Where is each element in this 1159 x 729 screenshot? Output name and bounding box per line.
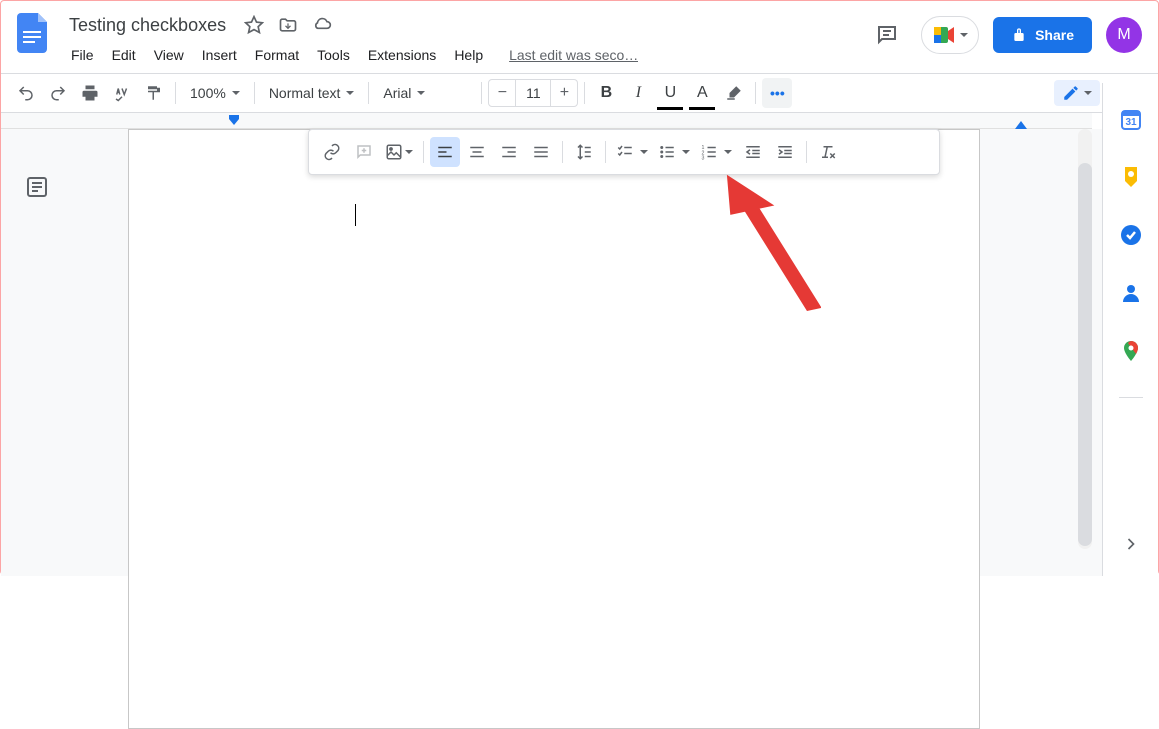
decrease-indent-button[interactable] [738,137,768,167]
last-edit-link[interactable]: Last edit was seco… [509,47,638,63]
bold-button[interactable]: B [591,78,621,108]
meet-button[interactable] [921,16,979,54]
align-left-button[interactable] [430,137,460,167]
menu-edit[interactable]: Edit [104,43,144,67]
caret-down-icon [682,150,690,154]
more-toolbar-button[interactable]: ••• [762,78,792,108]
underline-button[interactable]: U [655,78,685,108]
cloud-status-icon[interactable] [310,13,334,37]
comment-history-icon[interactable] [867,15,907,55]
menu-format[interactable]: Format [247,43,307,67]
toolbar-separator [254,82,255,104]
vertical-scrollbar[interactable] [1078,129,1092,549]
paint-format-button[interactable] [139,78,169,108]
document-title[interactable]: Testing checkboxes [63,13,232,38]
toolbar-separator [605,141,606,163]
font-size-control: − 11 + [488,79,578,107]
right-indent-marker-icon[interactable] [1015,121,1027,129]
maps-icon[interactable] [1119,339,1143,363]
caret-down-icon [724,150,732,154]
paragraph-style-dropdown[interactable]: Normal text [261,78,363,108]
document-outline-icon[interactable] [25,175,53,203]
numbered-list-dropdown[interactable]: 123 [696,137,736,167]
primary-toolbar: 100% Normal text Arial − 11 + B I U A ••… [1,73,1158,113]
menu-extensions[interactable]: Extensions [360,43,444,67]
hide-side-panel-button[interactable] [1119,532,1143,556]
header-actions: Share M [867,15,1142,55]
font-size-value[interactable]: 11 [515,80,551,106]
menu-insert[interactable]: Insert [194,43,245,67]
indent-marker-icon[interactable] [228,115,240,125]
font-family-dropdown[interactable]: Arial [375,78,475,108]
svg-text:3: 3 [702,156,705,162]
caret-down-icon [346,91,354,95]
tasks-icon[interactable] [1119,223,1143,247]
insert-image-dropdown[interactable] [381,137,417,167]
align-right-button[interactable] [494,137,524,167]
star-icon[interactable] [242,13,266,37]
menu-view[interactable]: View [146,43,192,67]
horizontal-ruler[interactable] [1,113,1092,129]
docs-logo-icon[interactable] [13,13,53,53]
clear-formatting-button[interactable] [813,137,843,167]
calendar-icon[interactable]: 31 [1119,107,1143,131]
menu-tools[interactable]: Tools [309,43,358,67]
undo-button[interactable] [11,78,41,108]
share-button[interactable]: Share [993,17,1092,53]
editing-mode-dropdown[interactable] [1054,80,1100,106]
print-button[interactable] [75,78,105,108]
toolbar-separator [755,82,756,104]
account-avatar[interactable]: M [1106,17,1142,53]
align-justify-button[interactable] [526,137,556,167]
menu-help[interactable]: Help [446,43,491,67]
line-spacing-button[interactable] [569,137,599,167]
keep-icon[interactable] [1119,165,1143,189]
move-folder-icon[interactable] [276,13,300,37]
caret-down-icon [232,91,240,95]
menu-file[interactable]: File [63,43,102,67]
caret-down-icon [960,33,968,37]
font-size-increase-button[interactable]: + [551,80,577,106]
app-header: Testing checkboxes File Edit View Insert… [1,1,1158,73]
document-page[interactable] [128,129,980,729]
redo-button[interactable] [43,78,73,108]
bulleted-list-dropdown[interactable] [654,137,694,167]
toolbar-separator [481,82,482,104]
toolbar-separator [423,141,424,163]
increase-indent-button[interactable] [770,137,800,167]
toolbar-separator [368,82,369,104]
document-area [1,129,1158,576]
svg-text:31: 31 [1125,117,1137,128]
caret-down-icon [1084,91,1092,95]
zoom-dropdown[interactable]: 100% [182,78,248,108]
caret-down-icon [640,150,648,154]
align-center-button[interactable] [462,137,492,167]
scrollbar-thumb[interactable] [1078,163,1092,546]
share-label: Share [1035,27,1074,43]
toolbar-separator [806,141,807,163]
spellcheck-button[interactable] [107,78,137,108]
caret-down-icon [417,91,425,95]
text-cursor [355,204,356,226]
highlight-button[interactable] [719,78,749,108]
add-comment-button[interactable] [349,137,379,167]
text-color-button[interactable]: A [687,78,717,108]
italic-button[interactable]: I [623,78,653,108]
insert-link-button[interactable] [317,137,347,167]
toolbar-separator [562,141,563,163]
font-size-decrease-button[interactable]: − [489,80,515,106]
checklist-dropdown[interactable] [612,137,652,167]
toolbar-separator [584,82,585,104]
caret-down-icon [405,150,413,154]
side-panel-separator [1119,397,1143,398]
side-panel: 31 [1102,83,1158,576]
title-area: Testing checkboxes File Edit View Insert… [63,9,867,67]
title-row: Testing checkboxes [63,9,867,41]
menu-bar: File Edit View Insert Format Tools Exten… [63,43,867,67]
overflow-toolbar: 123 [308,129,940,175]
contacts-icon[interactable] [1119,281,1143,305]
toolbar-separator [175,82,176,104]
